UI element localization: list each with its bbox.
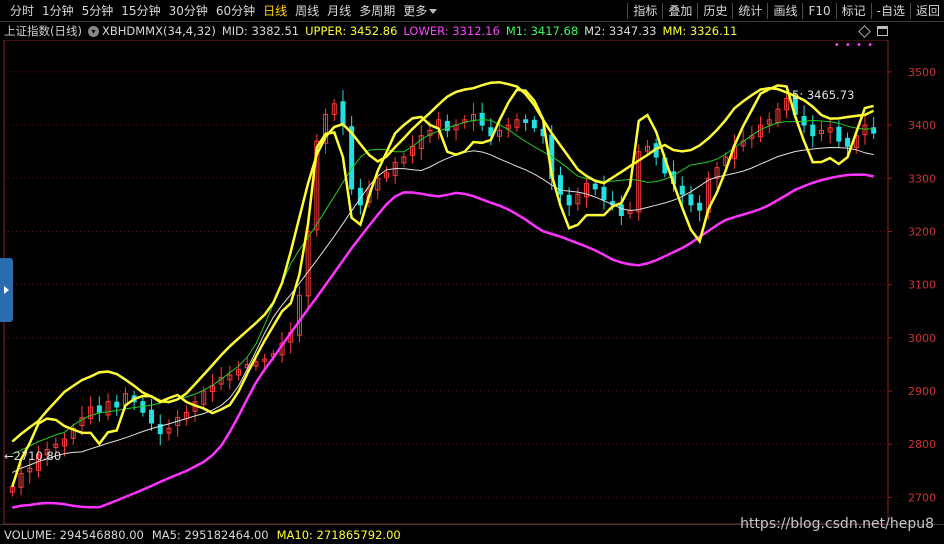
period-tab[interactable]: 30分钟 xyxy=(165,0,212,22)
toolbar-divider xyxy=(697,3,699,19)
diamond-icon[interactable] xyxy=(858,24,871,38)
m1-value: M1: 3417.68 xyxy=(505,24,579,38)
mid-value: MID: 3382.51 xyxy=(221,24,300,38)
tool-button[interactable]: 画线 xyxy=(769,0,801,22)
toolbar-divider xyxy=(732,3,734,19)
candle-body xyxy=(592,183,598,190)
tool-button[interactable]: 历史 xyxy=(699,0,731,22)
tool-button[interactable]: 返回 xyxy=(912,0,944,22)
period-tab[interactable]: 15分钟 xyxy=(117,0,164,22)
candle-body xyxy=(810,124,816,137)
tool-menu: 指标 叠加 历史 统计 画线 F10 标记 -自选 返回 xyxy=(626,0,944,22)
candle-body xyxy=(523,119,529,123)
period-toolbar: 分时 1分钟 5分钟 15分钟 30分钟 60分钟 日线 周线 月线 多周期 更多 指标 叠加 历史 统计… xyxy=(0,0,944,22)
period-tab[interactable]: 60分钟 xyxy=(212,0,259,22)
toolbar-divider xyxy=(909,3,911,19)
toolbar-divider xyxy=(835,3,837,19)
period-tabs: 分时 1分钟 5分钟 15分钟 30分钟 60分钟 日线 周线 月线 多周期 更多 xyxy=(0,0,441,22)
upper-band-line xyxy=(11,81,875,443)
candle-body xyxy=(149,409,155,424)
candle-body xyxy=(114,401,120,408)
volume-ma5: MA5: 295182464.00 xyxy=(151,527,269,542)
candle-body xyxy=(601,186,607,201)
candle-body xyxy=(340,101,346,126)
candle-body xyxy=(697,202,703,211)
period-tab[interactable]: 日线 xyxy=(259,0,291,22)
indicator-info-bar: 上证指数(日线) ▾ XBHDMMX(34,4,32) MID: 3382.51… xyxy=(0,22,944,40)
plot-frame xyxy=(3,40,889,524)
candle-body xyxy=(618,204,624,217)
tool-button[interactable]: -自选 xyxy=(873,0,909,22)
watermark: https://blog.csdn.net/hepu8 xyxy=(740,516,934,532)
period-tab[interactable]: 月线 xyxy=(323,0,355,22)
lower-band-line xyxy=(12,173,874,509)
toolbar-divider xyxy=(870,3,872,19)
max-price-label: 5: 3465.73 xyxy=(792,88,855,102)
expand-panel-icon[interactable] xyxy=(0,258,13,322)
toolbar-divider xyxy=(767,3,769,19)
price-tick-label: 3100 xyxy=(908,279,936,292)
upper-value: UPPER: 3452.86 xyxy=(305,24,398,38)
lower-value: LOWER: 3312.16 xyxy=(403,24,500,38)
toolbar-divider xyxy=(662,3,664,19)
chevron-down-icon xyxy=(429,8,438,14)
price-tick-label: 2700 xyxy=(908,491,936,504)
candle-body xyxy=(836,126,842,142)
candle-body xyxy=(845,137,851,147)
candle-body xyxy=(479,112,485,126)
candle-body xyxy=(557,175,563,195)
m2-value: M2: 3347.33 xyxy=(584,24,657,38)
toolbar-divider xyxy=(627,3,629,19)
price-tick-label: 3400 xyxy=(908,119,936,132)
price-tick-label: 3000 xyxy=(908,332,936,345)
candle-body xyxy=(688,194,694,206)
window-icon[interactable] xyxy=(877,26,888,36)
candle-body xyxy=(531,119,537,129)
min-price-label: ←2710.80 xyxy=(4,449,62,463)
chart-corner-icons xyxy=(858,24,888,38)
price-tick-label: 2800 xyxy=(908,438,936,451)
price-tick-label: 3300 xyxy=(908,172,936,185)
indicator-name[interactable]: XBHDMMX(34,4,32) xyxy=(102,24,216,38)
volume-ma10: MA10: 271865792.00 xyxy=(276,527,401,542)
tool-button[interactable]: F10 xyxy=(804,0,834,22)
price-tick-label: 3500 xyxy=(908,66,936,79)
price-tick-label: 3200 xyxy=(908,225,936,238)
period-tab[interactable]: 5分钟 xyxy=(78,0,118,22)
indicator-settings-icon[interactable]: ▾ xyxy=(87,25,99,37)
period-tab[interactable]: 更多 xyxy=(399,0,441,22)
period-tab[interactable]: 分时 xyxy=(6,0,38,22)
tool-button[interactable]: 统计 xyxy=(734,0,766,22)
toolbar-divider xyxy=(802,3,804,19)
tool-button[interactable]: 叠加 xyxy=(664,0,696,22)
candle-body xyxy=(566,194,572,206)
price-tick-label: 2900 xyxy=(908,385,936,398)
mm-value: MM: 3326.11 xyxy=(662,24,738,38)
candlestick-chart[interactable]: 3500 3400 3300 3200 3100 3000 2900 2800 2700 xyxy=(0,40,944,524)
volume-value: VOLUME: 294546880.00 xyxy=(4,527,144,542)
period-tab[interactable]: 多周期 xyxy=(355,0,399,22)
candle-body xyxy=(679,185,685,195)
tool-button[interactable]: 指标 xyxy=(629,0,661,22)
tool-button[interactable]: 标记 xyxy=(838,0,870,22)
candle-body xyxy=(96,405,102,413)
period-tab[interactable]: 周线 xyxy=(291,0,323,22)
candle-body xyxy=(444,120,450,131)
chart-title: 上证指数(日线) xyxy=(4,24,82,38)
period-tab[interactable]: 1分钟 xyxy=(38,0,78,22)
